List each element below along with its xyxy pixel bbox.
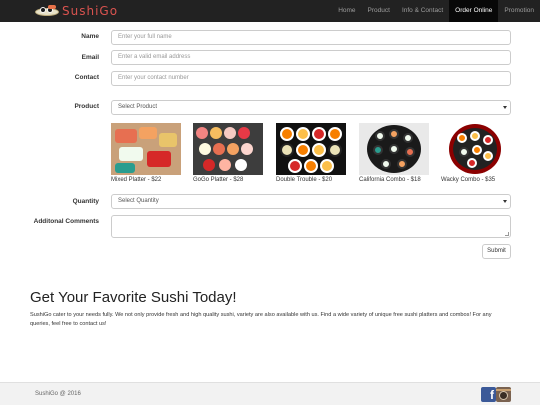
chevron-down-icon [503, 106, 507, 109]
product-card-double-trouble[interactable]: Double Trouble - $20 [276, 123, 346, 183]
chevron-down-icon [503, 200, 507, 203]
comments-textarea[interactable] [111, 215, 511, 238]
product-card-gogo-platter[interactable]: GoGo Platter - $28 [193, 123, 263, 183]
contact-label: Contact [74, 74, 99, 81]
product-caption: GoGo Platter - $28 [193, 177, 244, 183]
email-label: Email [81, 54, 99, 61]
sushi-logo-icon [35, 4, 59, 18]
quantity-select-value: Select Quantity [118, 198, 159, 204]
name-label: Name [81, 33, 99, 40]
nav-item-product[interactable]: Product [362, 0, 396, 22]
contact-input[interactable]: Enter your contact number [111, 71, 511, 86]
comments-label: Additonal Comments [33, 218, 99, 225]
product-image-mixed-platter [111, 123, 181, 175]
product-select-value: Select Product [118, 104, 158, 110]
product-caption: Double Trouble - $20 [276, 177, 333, 183]
product-image-wacky-combo [441, 123, 511, 175]
product-caption: Mixed Platter - $22 [111, 177, 162, 183]
product-label: Product [74, 103, 99, 110]
instagram-icon[interactable] [496, 387, 511, 402]
quantity-label: Quantity [72, 198, 99, 205]
nav-item-info-contact[interactable]: Info & Contact [396, 0, 449, 22]
quantity-select[interactable]: Select Quantity [111, 194, 511, 209]
page-title: Get Your Favorite Sushi Today! [30, 289, 237, 306]
facebook-icon[interactable]: f [481, 387, 496, 402]
nav-item-order-online[interactable]: Order Online [449, 0, 499, 22]
product-image-double-trouble [276, 123, 346, 175]
product-caption: California Combo - $18 [359, 177, 421, 183]
brand-name: SushiGo [62, 4, 119, 18]
copyright-text: SushiGo @ 2016 [35, 391, 81, 397]
nav-item-home[interactable]: Home [332, 0, 361, 22]
intro-paragraph: SushiGo cater to your needs fully. We no… [30, 312, 492, 327]
product-card-mixed-platter[interactable]: Mixed Platter - $22 [111, 123, 181, 183]
product-card-california-combo[interactable]: California Combo - $18 [359, 123, 429, 183]
email-input[interactable]: Enter a valid email address [111, 50, 511, 65]
footer: SushiGo @ 2016 f [0, 382, 540, 405]
name-input[interactable]: Enter your full name [111, 30, 511, 45]
product-caption: Wacky Combo - $35 [441, 177, 496, 183]
resize-handle-icon[interactable] [505, 232, 509, 236]
brand[interactable]: SushiGo [35, 3, 118, 19]
nav-menu: Home Product Info & Contact Order Online… [332, 0, 540, 22]
submit-button[interactable]: Submit [482, 244, 511, 259]
product-select[interactable]: Select Product [111, 100, 511, 115]
product-image-california-combo [359, 123, 429, 175]
product-gallery: Mixed Platter - $22 GoGo Platter - $28 D… [111, 123, 511, 185]
navbar: SushiGo Home Product Info & Contact Orde… [0, 0, 540, 22]
nav-item-promotion[interactable]: Promotion [498, 0, 540, 22]
product-image-gogo-platter [193, 123, 263, 175]
product-card-wacky-combo[interactable]: Wacky Combo - $35 [441, 123, 511, 183]
